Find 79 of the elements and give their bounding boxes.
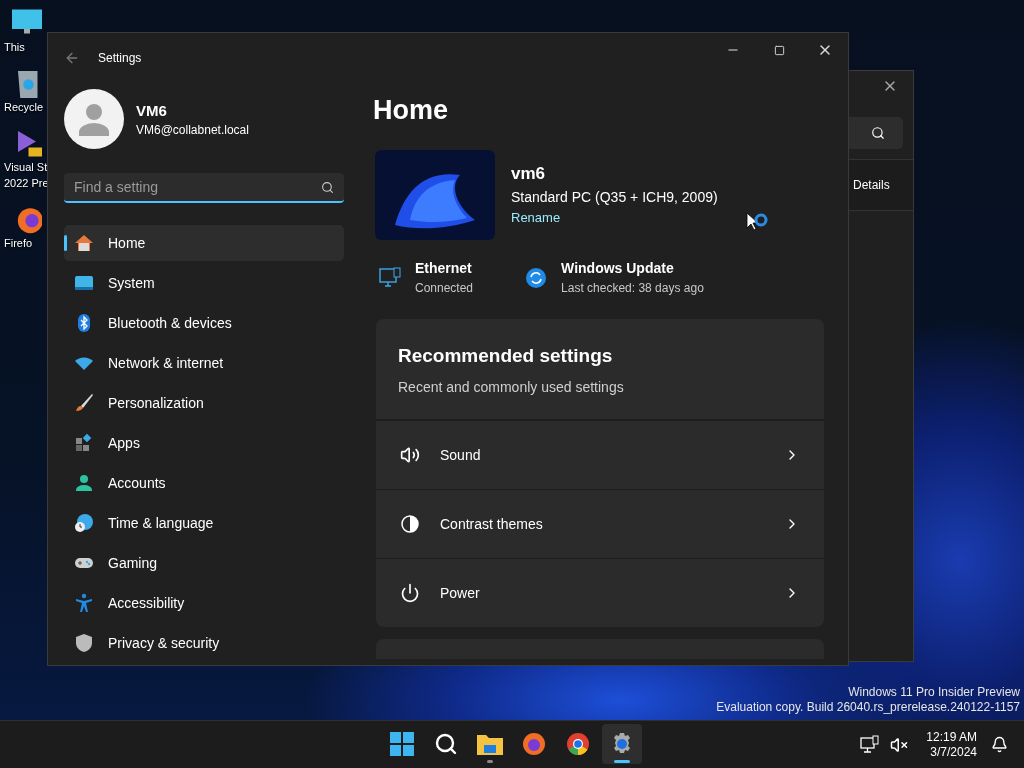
fox-globe-icon xyxy=(522,732,546,756)
nav-icon xyxy=(74,593,94,613)
device-model: Standard PC (Q35 + ICH9, 2009) xyxy=(511,189,718,205)
nav-label: Accessibility xyxy=(108,595,185,611)
setting-label: Sound xyxy=(440,447,481,463)
window-title: Settings xyxy=(98,51,142,65)
desktop-icon-label: Firefo xyxy=(4,237,33,250)
nav-item[interactable]: Time & language xyxy=(64,505,344,541)
nav-label: Bluetooth & devices xyxy=(108,315,232,331)
device-name: vm6 xyxy=(511,164,547,184)
card-title: Recommended settings xyxy=(398,345,614,367)
nav-item[interactable]: Privacy & security xyxy=(64,625,344,661)
search-field[interactable]: Find a setting xyxy=(74,173,321,201)
nav-icon xyxy=(74,513,94,533)
monitor-icon xyxy=(379,266,401,289)
search-field[interactable] xyxy=(848,117,903,149)
avatar-icon[interactable] xyxy=(64,89,124,149)
busy-cursor-icon xyxy=(746,212,770,232)
profile-email: VM6@collabnet.local xyxy=(136,122,249,137)
nav-icon xyxy=(74,393,94,413)
nav-label: Accounts xyxy=(108,475,166,491)
nav-item[interactable]: Home xyxy=(64,225,344,261)
clock-date[interactable]: 3/7/2024 xyxy=(930,744,977,760)
bell-icon[interactable] xyxy=(989,734,1010,755)
setting-icon xyxy=(400,514,420,534)
desktop-icon-label: This xyxy=(4,41,25,54)
back-icon[interactable] xyxy=(64,50,80,66)
nav-label: Time & language xyxy=(108,515,214,531)
nav-label: Privacy & security xyxy=(108,635,220,651)
nav-label: Gaming xyxy=(108,555,158,571)
nav-label: Home xyxy=(108,235,146,251)
nav-icon xyxy=(74,473,94,493)
status-subtitle: Connected xyxy=(415,281,474,295)
details-tab[interactable]: Details xyxy=(848,159,913,211)
watermark-text: Evaluation copy. Build 26040.rs_prerelease.240122-1157 xyxy=(716,700,1020,715)
sync-icon xyxy=(525,266,548,289)
nav-icon xyxy=(74,273,94,293)
setting-icon xyxy=(400,445,420,465)
desktop-icon-label: Recycle xyxy=(4,101,44,114)
nav-label: Personalization xyxy=(108,395,204,411)
nav-item[interactable]: System xyxy=(64,265,344,301)
setting-row[interactable]: Contrast themes xyxy=(376,489,824,558)
rename-link[interactable]: Rename xyxy=(511,210,561,225)
search-icon xyxy=(321,180,334,194)
setting-label: Contrast themes xyxy=(440,516,543,532)
round-browser-icon xyxy=(566,732,590,756)
taskbar-button[interactable] xyxy=(602,724,642,764)
search-box[interactable]: Find a setting xyxy=(64,173,344,203)
profile-name: VM6 xyxy=(136,101,168,119)
setting-row[interactable]: Power xyxy=(376,558,824,627)
desktop-icon-label: Visual St xyxy=(4,161,48,174)
search-icon xyxy=(871,126,885,140)
setting-label: Power xyxy=(440,585,480,601)
setting-row[interactable]: Sound xyxy=(376,420,824,489)
status-subtitle: Last checked: 38 days ago xyxy=(561,281,704,295)
maximize-icon xyxy=(773,44,785,56)
nav-item[interactable]: Gaming xyxy=(64,545,344,581)
nav-label: Apps xyxy=(108,435,140,451)
page-title: Home xyxy=(373,95,449,126)
nav-label: System xyxy=(108,275,155,291)
nav-item[interactable]: Bluetooth & devices xyxy=(64,305,344,341)
nav-item[interactable]: Apps xyxy=(64,425,344,461)
search-icon xyxy=(434,732,458,756)
windows-logo-icon xyxy=(390,732,414,756)
card-subtitle: Recent and commonly used settings xyxy=(398,379,625,395)
nav-icon xyxy=(74,433,94,453)
nav-item[interactable]: Network & internet xyxy=(64,345,344,381)
nav-icon xyxy=(74,233,94,253)
nav-label: Network & internet xyxy=(108,355,224,371)
clock-time[interactable]: 12:19 AM xyxy=(926,729,977,745)
watermark-text: Windows 11 Pro Insider Preview xyxy=(847,685,1020,700)
folder-icon xyxy=(477,733,503,755)
setting-icon xyxy=(400,583,420,603)
nav-icon xyxy=(74,633,94,653)
nav-item[interactable]: Personalization xyxy=(64,385,344,421)
status-title: Ethernet xyxy=(415,260,473,276)
status-title: Windows Update xyxy=(561,260,675,276)
nav-item[interactable]: Accounts xyxy=(64,465,344,501)
nav-item[interactable]: Accessibility xyxy=(64,585,344,621)
